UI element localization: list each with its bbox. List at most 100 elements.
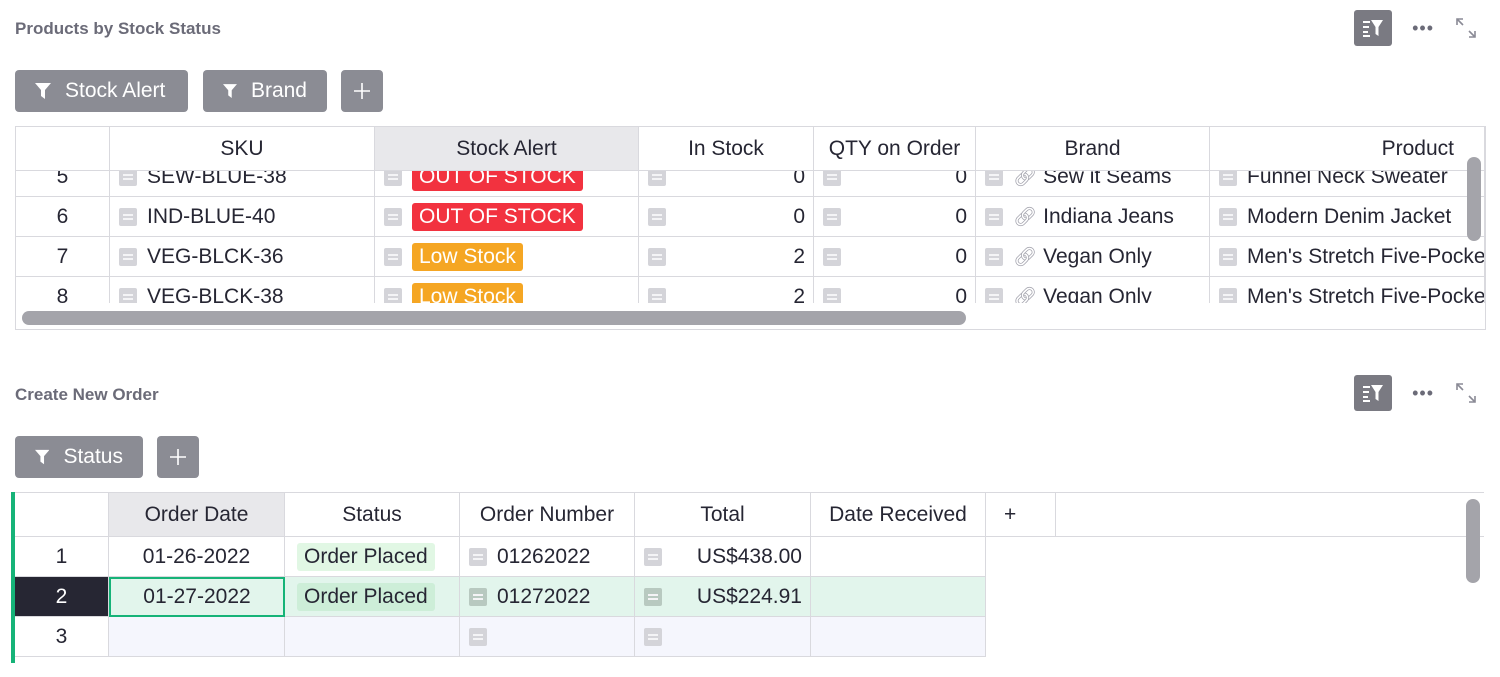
cell-brand[interactable]: 🔗︎ Indiana Jeans	[976, 197, 1210, 237]
filter-label: Status	[63, 445, 123, 468]
more-options-icon[interactable]: •••	[1412, 18, 1434, 39]
cell-in-stock[interactable]: 2	[639, 237, 814, 277]
filter-pill-status[interactable]: Status	[15, 436, 143, 478]
table-row[interactable]: 6 IND-BLUE-40 OUT OF STOCK 0 0 🔗︎ Indiana…	[16, 197, 1485, 237]
cell-stock-alert[interactable]: OUT OF STOCK	[375, 197, 639, 237]
cell-stock-alert[interactable]: OUT OF STOCK	[375, 171, 639, 197]
cell-text: 2	[793, 284, 805, 304]
cell-product[interactable]: Funnel Neck Sweater	[1210, 171, 1485, 197]
text-field-icon	[469, 627, 487, 646]
column-header-order-number[interactable]: Order Number	[460, 493, 635, 537]
cell-qty-on-order[interactable]: 0	[814, 171, 976, 197]
cell-product[interactable]: Men's Stretch Five-Pocket	[1210, 237, 1485, 277]
row-number: 8	[16, 277, 110, 303]
cell-in-stock[interactable]: 0	[639, 197, 814, 237]
table-row[interactable]: 8 VEG-BLCK-38 Low Stock 2 0 🔗︎ Vegan Only…	[16, 277, 1485, 303]
cell-brand[interactable]: 🔗︎ Vegan Only	[976, 237, 1210, 277]
cell-text: Modern Denim Jacket	[1247, 204, 1452, 228]
add-column-button[interactable]: +	[986, 493, 1056, 537]
table-row-new[interactable]: 3	[15, 617, 986, 657]
sort-filter-icon[interactable]	[1354, 10, 1393, 46]
cell-qty-on-order[interactable]: 0	[814, 197, 976, 237]
cell-total[interactable]: US$438.00	[635, 537, 811, 577]
status-badge: Low Stock	[412, 242, 523, 271]
cell-text: Funnel Neck Sweater	[1247, 171, 1448, 188]
status-badge: OUT OF STOCK	[412, 202, 583, 231]
cell-order-date[interactable]	[109, 617, 285, 657]
row-number: 6	[16, 197, 110, 237]
column-header-brand[interactable]: Brand	[976, 127, 1210, 171]
cell-status[interactable]	[285, 617, 460, 657]
column-header-date-received[interactable]: Date Received	[811, 493, 986, 537]
table-row[interactable]: 7 VEG-BLCK-36 Low Stock 2 0 🔗︎ Vegan Only…	[16, 237, 1485, 277]
cell-total[interactable]: US$224.91	[635, 577, 811, 617]
column-header-sku[interactable]: SKU	[110, 127, 375, 171]
cell-stock-alert[interactable]: Low Stock	[375, 277, 639, 303]
cell-brand[interactable]: 🔗︎ Vegan Only	[976, 277, 1210, 303]
cell-qty-on-order[interactable]: 0	[814, 237, 976, 277]
more-options-icon[interactable]: •••	[1412, 383, 1434, 404]
column-header-product[interactable]: Product	[1210, 127, 1485, 171]
cell-order-date[interactable]: 01-27-2022	[109, 577, 285, 617]
column-header-total[interactable]: Total	[635, 493, 811, 537]
text-field-icon	[384, 171, 402, 186]
text-field-icon	[648, 207, 666, 226]
cell-text: US$224.91	[696, 584, 802, 608]
cell-stock-alert[interactable]: Low Stock	[375, 237, 639, 277]
column-header-stock-alert[interactable]: Stock Alert	[375, 127, 639, 171]
add-filter-button[interactable]	[341, 70, 383, 112]
cell-in-stock[interactable]: 0	[639, 171, 814, 197]
expand-icon[interactable]	[1454, 16, 1478, 40]
row-number-header	[15, 493, 109, 537]
cell-in-stock[interactable]: 2	[639, 277, 814, 303]
cell-status[interactable]: Order Placed	[285, 537, 460, 577]
cell-text: IND-BLUE-40	[147, 204, 276, 228]
cell-sku[interactable]: VEG-BLCK-36	[110, 237, 375, 277]
text-field-icon	[1219, 287, 1237, 303]
sort-filter-icon[interactable]	[1354, 375, 1393, 411]
text-field-icon	[1219, 171, 1237, 186]
cell-text: 0	[955, 244, 967, 268]
text-field-icon	[644, 587, 662, 606]
row-number-header	[16, 127, 110, 171]
column-header-order-date[interactable]: Order Date	[109, 493, 285, 537]
cell-order-number[interactable]	[460, 617, 635, 657]
table-row-selected[interactable]: 2 01-27-2022 Order Placed 01272022 US$22…	[15, 577, 986, 617]
cell-text: Indiana Jeans	[1043, 204, 1174, 228]
cell-text: Sew it Seams	[1043, 171, 1172, 188]
cell-sku[interactable]: SEW-BLUE-38	[110, 171, 375, 197]
cell-status[interactable]: Order Placed	[285, 577, 460, 617]
cell-product[interactable]: Men's Stretch Five-Pocket	[1210, 277, 1485, 303]
products-grid-body: 5 SEW-BLUE-38 OUT OF STOCK 0 0 🔗︎ Sew it …	[16, 171, 1485, 303]
expand-icon[interactable]	[1454, 381, 1478, 405]
widget-title-products: Products by Stock Status	[15, 19, 221, 38]
cell-sku[interactable]: IND-BLUE-40	[110, 197, 375, 237]
cell-brand[interactable]: 🔗︎ Sew it Seams	[976, 171, 1210, 197]
cell-text: 0	[955, 284, 967, 304]
cell-order-date[interactable]: 01-26-2022	[109, 537, 285, 577]
cell-qty-on-order[interactable]: 0	[814, 277, 976, 303]
vertical-scrollbar[interactable]	[1467, 157, 1481, 241]
cell-date-received[interactable]	[811, 537, 986, 577]
column-header-in-stock[interactable]: In Stock	[639, 127, 814, 171]
cell-order-number[interactable]: 01262022	[460, 537, 635, 577]
column-header-qty-on-order[interactable]: QTY on Order	[814, 127, 976, 171]
cell-sku[interactable]: VEG-BLCK-38	[110, 277, 375, 303]
filter-pill-stock-alert[interactable]: Stock Alert	[15, 70, 188, 112]
table-row[interactable]: 1 01-26-2022 Order Placed 01262022 US$43…	[15, 537, 986, 577]
vertical-scrollbar[interactable]	[1466, 499, 1480, 583]
horizontal-scrollbar[interactable]	[22, 311, 966, 325]
cell-total[interactable]	[635, 617, 811, 657]
table-row[interactable]: 5 SEW-BLUE-38 OUT OF STOCK 0 0 🔗︎ Sew it …	[16, 171, 1485, 197]
text-field-icon	[119, 287, 137, 303]
cell-product[interactable]: Modern Denim Jacket	[1210, 197, 1485, 237]
add-filter-button[interactable]	[157, 436, 199, 478]
cell-date-received[interactable]	[811, 577, 986, 617]
cell-date-received[interactable]	[811, 617, 986, 657]
text-field-icon	[823, 207, 841, 226]
text-field-icon	[1219, 207, 1237, 226]
filter-pill-brand[interactable]: Brand	[203, 70, 327, 112]
cell-order-number[interactable]: 01272022	[460, 577, 635, 617]
row-number: 5	[16, 171, 110, 197]
column-header-status[interactable]: Status	[285, 493, 460, 537]
